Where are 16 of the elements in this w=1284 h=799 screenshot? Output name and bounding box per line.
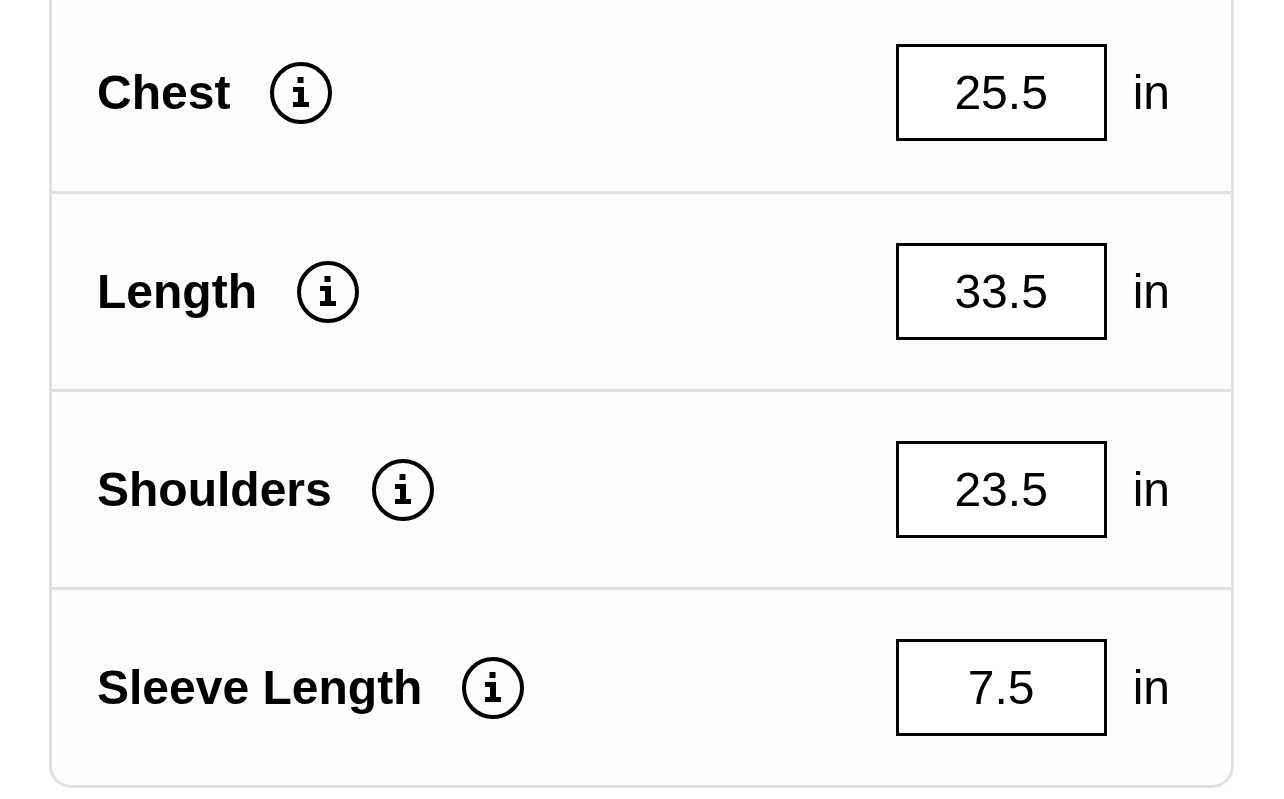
measurement-input[interactable]: 25.5 bbox=[895, 44, 1107, 141]
info-icon[interactable] bbox=[270, 61, 333, 124]
measurement-input[interactable]: 33.5 bbox=[895, 243, 1107, 340]
measurement-input[interactable]: 23.5 bbox=[895, 441, 1107, 538]
info-icon[interactable] bbox=[371, 458, 434, 521]
measurement-label: Sleeve Length bbox=[97, 663, 423, 712]
info-icon[interactable] bbox=[296, 260, 359, 323]
unit-label: in bbox=[1132, 68, 1170, 117]
unit-label: in bbox=[1132, 465, 1170, 514]
info-icon[interactable] bbox=[462, 656, 525, 719]
unit-label: in bbox=[1132, 267, 1170, 316]
measurement-input[interactable]: 7.5 bbox=[895, 639, 1107, 736]
measurement-label: Length bbox=[97, 267, 257, 316]
unit-label: in bbox=[1132, 663, 1170, 712]
measurement-label: Chest bbox=[97, 68, 231, 117]
measurement-label: Shoulders bbox=[97, 465, 332, 514]
